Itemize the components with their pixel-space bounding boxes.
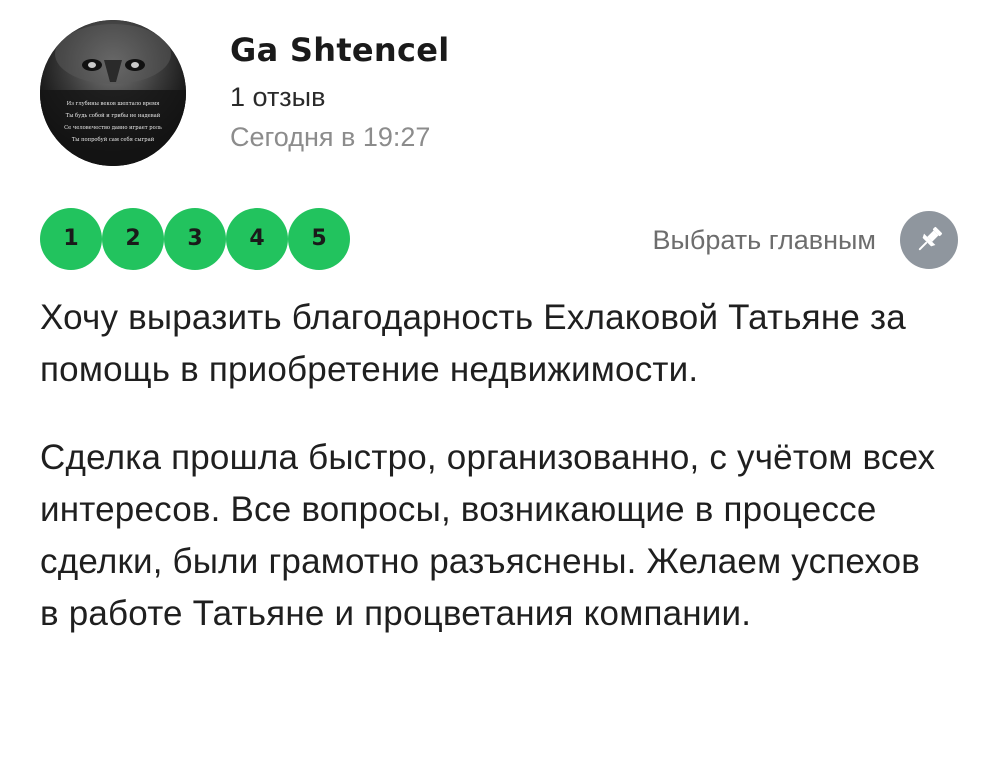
avatar-image: Из глубины веков шептало время Ты будь с… xyxy=(40,20,186,166)
rating-step-2: 2 xyxy=(102,208,164,270)
pick-main-button[interactable]: Выбрать главным xyxy=(652,210,958,270)
avatar-text-line: Ты будь собой и грибы не надевай xyxy=(66,112,161,119)
author-info: Ga Shtencel 1 отзыв Сегодня в 19:27 xyxy=(230,30,450,154)
pick-main-label: Выбрать главным xyxy=(652,224,876,255)
rating-stars: 1 2 3 4 5 xyxy=(40,208,360,270)
review-card: Из глубины веков шептало время Ты будь с… xyxy=(0,0,1000,767)
review-date: Сегодня в 19:27 xyxy=(230,122,431,152)
rating-step-3: 3 xyxy=(164,208,226,270)
review-paragraph: Хочу выразить благодарность Ехлаковой Та… xyxy=(40,298,906,389)
rating-step-4: 4 xyxy=(226,208,288,270)
avatar-text-line: Се человечество давно играет роль xyxy=(64,125,162,131)
pushpin-icon-glyph xyxy=(918,226,943,251)
review-body: Хочу выразить благодарность Ехлаковой Та… xyxy=(40,292,940,640)
rating-step-5: 5 xyxy=(288,208,350,270)
avatar-text-line: Из глубины веков шептало время xyxy=(67,100,160,107)
rating-step-1: 1 xyxy=(40,208,102,270)
avatar-text-line: Ты попробуй сам себя сыграй xyxy=(72,136,155,143)
review-paragraph: Сделка прошла быстро, организованно, с у… xyxy=(40,438,936,633)
avatar[interactable]: Из глубины веков шептало время Ты будь с… xyxy=(40,20,186,166)
author-name[interactable]: Ga Shtencel xyxy=(230,30,450,70)
pushpin-icon[interactable] xyxy=(900,211,958,269)
review-count[interactable]: 1 отзыв xyxy=(230,80,450,114)
